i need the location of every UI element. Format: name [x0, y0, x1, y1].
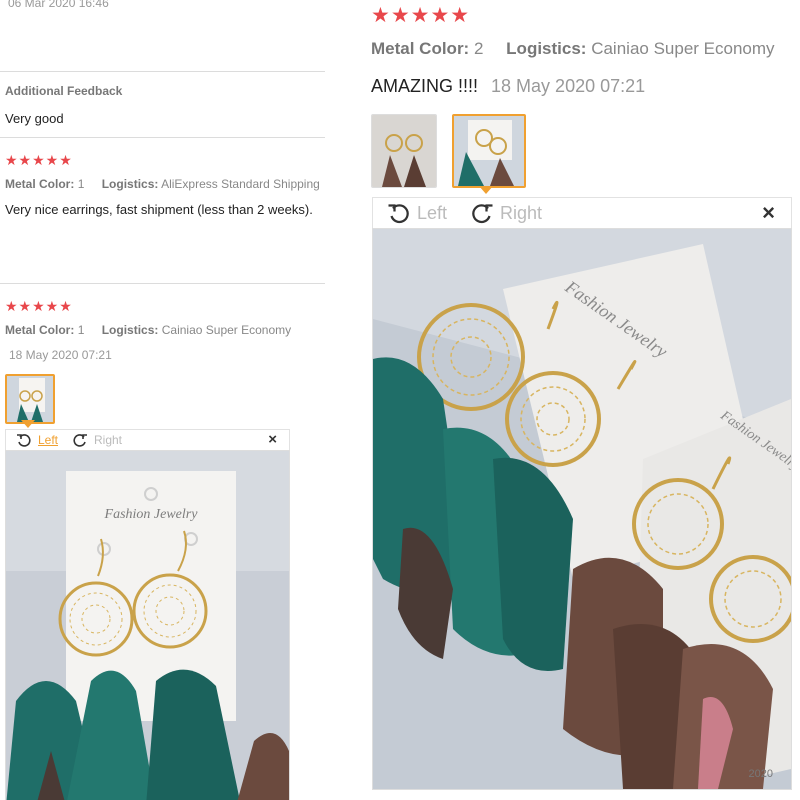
rotate-right-button[interactable]: Right: [470, 201, 542, 225]
review-list-left: 06 Mar 2020 16:46 Additional Feedback Ve…: [0, 0, 330, 800]
metal-color-label: Metal Color:: [5, 177, 75, 191]
review-attributes: Metal Color: 2 Logistics: Cainiao Super …: [371, 39, 775, 59]
metal-color-value: 1: [77, 177, 85, 191]
logistics-label: Logistics:: [101, 177, 159, 191]
rotate-left-icon: [388, 204, 409, 224]
star-rating: ★★★★★: [5, 298, 73, 314]
earring-thumbnail-image: [7, 376, 53, 422]
card-text: Fashion Jewelry: [104, 507, 199, 522]
review-photo-thumbnail[interactable]: [5, 374, 55, 424]
rotate-right-button[interactable]: Right: [72, 432, 122, 448]
rotate-right-icon: [73, 434, 87, 447]
rotate-left-label: Left: [38, 433, 59, 447]
additional-feedback-text: Very good: [5, 111, 64, 126]
metal-color-value: 1: [77, 323, 85, 337]
earrings-photo: Fashion Jewelry: [6, 451, 289, 800]
review-date: 18 May 2020 07:21: [491, 76, 646, 96]
star-rating: ★★★★★: [371, 4, 471, 27]
image-viewer-toolbar: Left Right ×: [5, 429, 290, 451]
rotate-left-icon: [17, 434, 31, 447]
review-attributes: Metal Color: 1 Logistics: Cainiao Super …: [5, 323, 291, 337]
earring-thumbnail-image: [454, 116, 524, 186]
divider: [0, 71, 325, 72]
additional-feedback-heading: Additional Feedback: [5, 84, 123, 98]
divider: [0, 283, 325, 284]
review-text: Very nice earrings, fast shipment (less …: [5, 202, 313, 217]
logistics-value: Cainiao Super Economy: [591, 39, 775, 58]
review-attributes: Metal Color: 1 Logistics: AliExpress Sta…: [5, 177, 320, 191]
rotate-left-button[interactable]: Left: [387, 201, 447, 225]
review-photo-viewer: Fashion Jewelry Fashion Jewelry 2020: [372, 228, 792, 790]
selected-thumbnail-pointer: [479, 186, 493, 194]
rotate-left-label: Left: [417, 202, 448, 223]
logistics-label: Logistics:: [101, 323, 159, 337]
earring-thumbnail-image: [372, 115, 436, 187]
logistics-value: Cainiao Super Economy: [161, 323, 292, 337]
divider: [0, 137, 325, 138]
review-photo-thumbnail-selected[interactable]: [452, 114, 526, 188]
logistics-value: AliExpress Standard Shipping: [161, 177, 320, 191]
rotate-right-label: Right: [500, 202, 543, 223]
close-icon[interactable]: ×: [268, 431, 277, 448]
photo-date-stamp: 2020: [749, 768, 773, 780]
rotate-right-icon: [472, 204, 493, 224]
review-text: AMAZING !!!!: [371, 76, 479, 96]
review-date: 18 May 2020 07:21: [9, 348, 112, 362]
review-photo-viewer: Fashion Jewelry: [5, 450, 290, 800]
review-text-row: AMAZING !!!! 18 May 2020 07:21: [371, 76, 645, 97]
metal-color-label: Metal Color:: [5, 323, 75, 337]
previous-review-date: 06 Mar 2020 16:46: [8, 0, 109, 10]
rotate-right-label: Right: [94, 433, 123, 447]
rotate-left-button[interactable]: Left: [16, 432, 58, 448]
earrings-photo: Fashion Jewelry Fashion Jewelry 2020: [373, 229, 791, 789]
image-viewer-toolbar: Left Right ×: [372, 197, 792, 229]
logistics-label: Logistics:: [506, 39, 587, 58]
metal-color-value: 2: [473, 39, 484, 58]
metal-color-label: Metal Color:: [371, 39, 470, 58]
selected-thumbnail-pointer: [21, 420, 35, 428]
review-photo-thumbnail[interactable]: [371, 114, 437, 188]
close-icon[interactable]: ×: [762, 200, 775, 226]
review-detail-right: ★★★★★ Metal Color: 2 Logistics: Cainiao …: [355, 0, 800, 800]
star-rating: ★★★★★: [5, 152, 73, 168]
